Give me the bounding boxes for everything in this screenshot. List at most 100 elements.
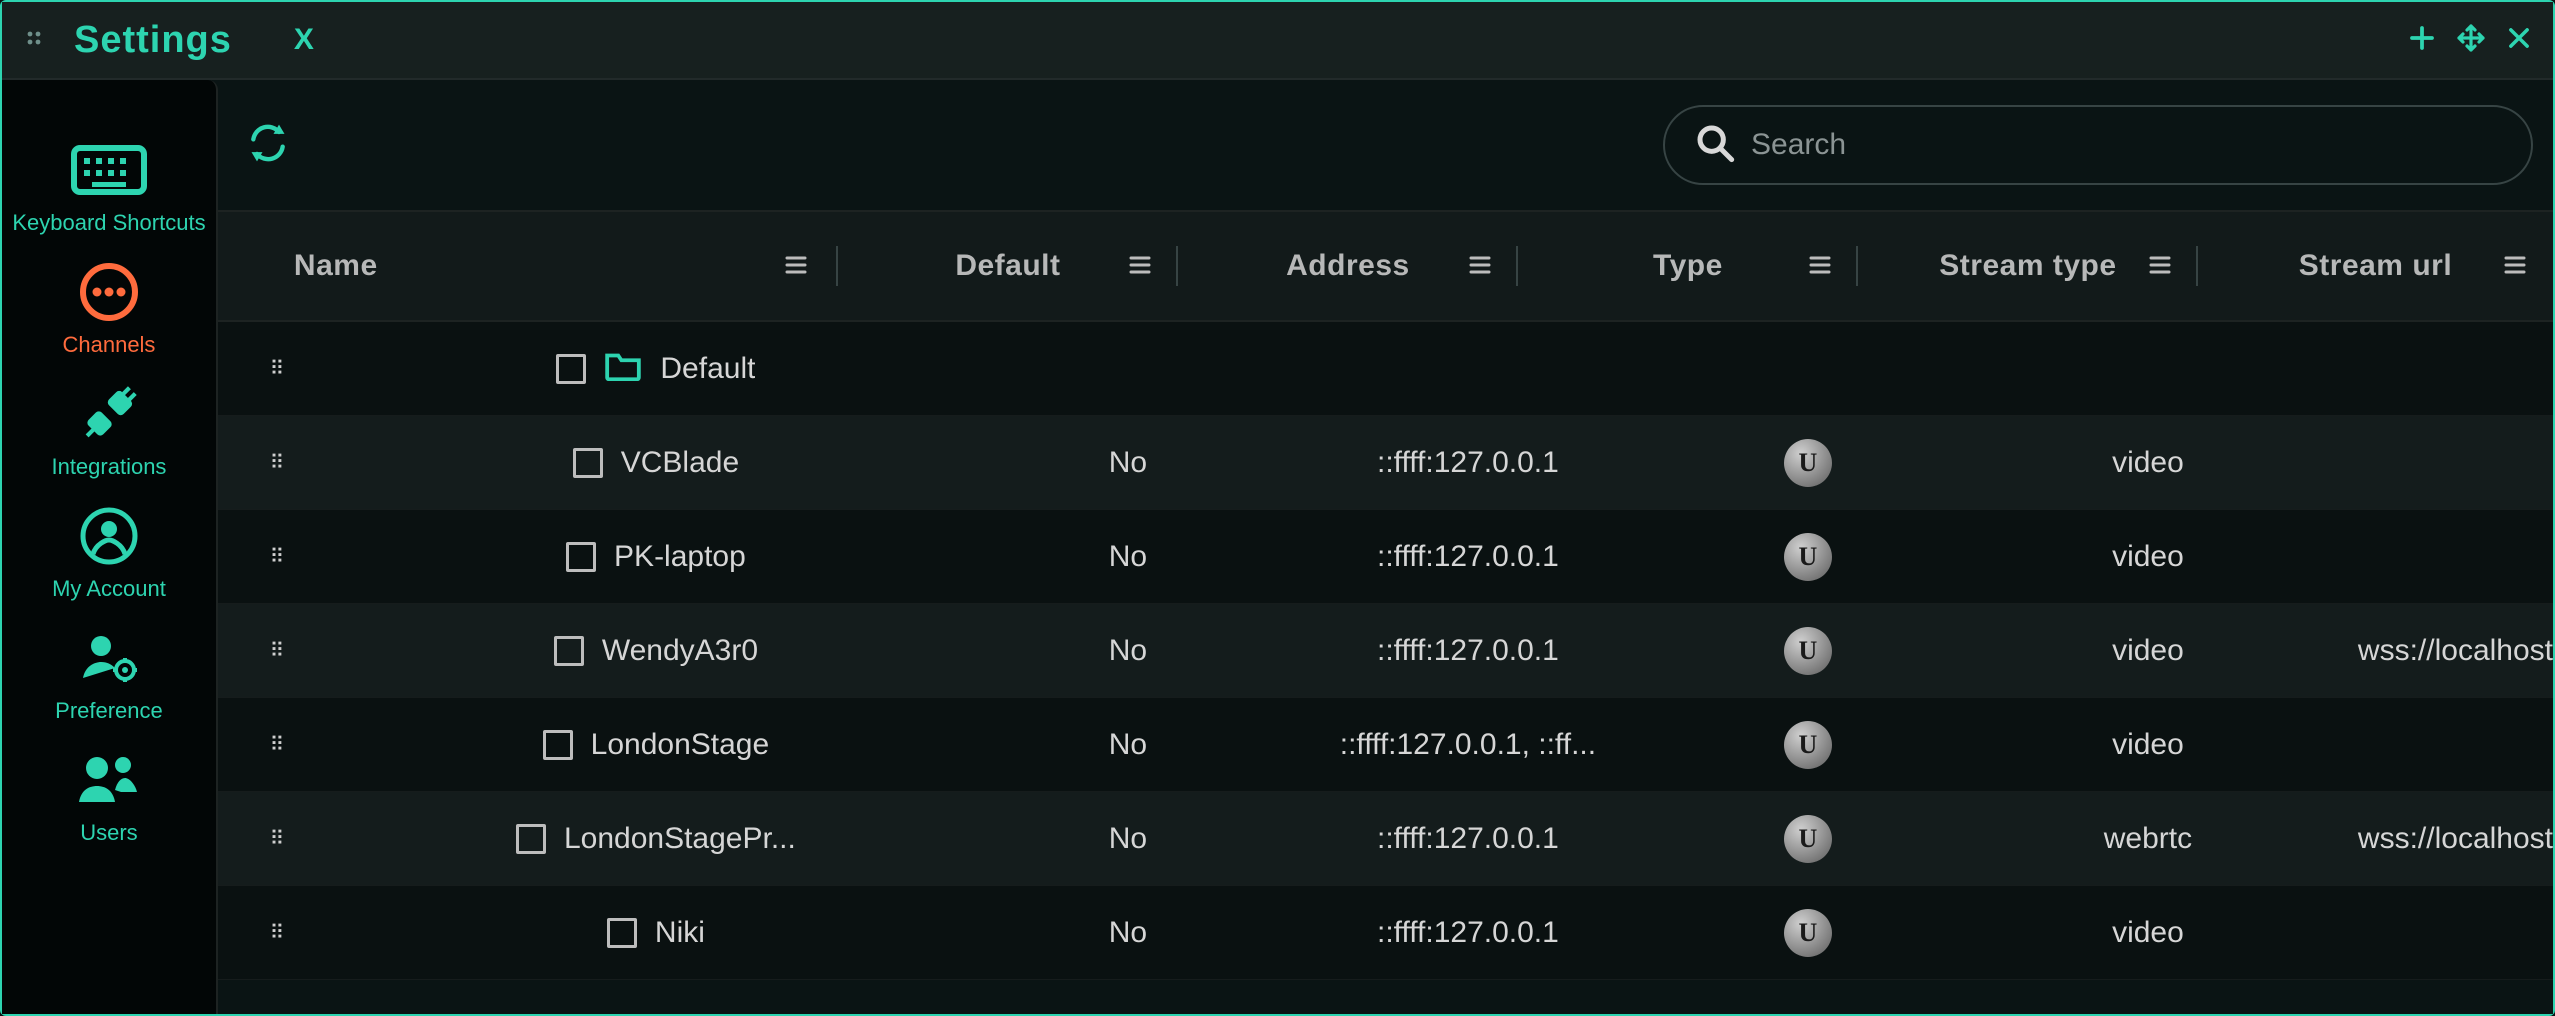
drag-dots-icon: ⠿: [270, 638, 287, 663]
cell-default: No: [958, 886, 1298, 979]
drag-dots-icon: ⠿: [270, 450, 287, 475]
row-drag-handle[interactable]: ⠿: [218, 698, 338, 791]
column-header-stream-url[interactable]: Stream url: [2198, 212, 2553, 320]
sidebar-item-label: Users: [80, 820, 137, 846]
row-checkbox[interactable]: [566, 542, 596, 572]
cell-address: [1298, 322, 1638, 415]
gear-user-icon: [77, 628, 141, 688]
drag-handle-icon[interactable]: [24, 28, 48, 52]
window-add-button[interactable]: [2407, 23, 2437, 58]
cell-address: ::ffff:127.0.0.1: [1298, 604, 1638, 697]
column-header-stream-type[interactable]: Stream type: [1858, 212, 2198, 320]
column-menu-icon[interactable]: [2148, 249, 2172, 283]
cell-stream-url: [2318, 510, 2553, 603]
window-move-button[interactable]: [2455, 22, 2487, 59]
cell-default: No: [958, 792, 1298, 885]
column-menu-icon[interactable]: [1128, 249, 1152, 283]
sidebar-item-keyboard-shortcuts[interactable]: Keyboard Shortcuts: [2, 140, 216, 236]
column-menu-icon[interactable]: [2503, 249, 2527, 283]
row-drag-handle[interactable]: ⠿: [218, 792, 338, 885]
main-panel: Name Default Address: [218, 80, 2553, 1014]
table-body: ⠿Default⠿VCBladeNo::ffff:127.0.0.1Uvideo…: [218, 322, 2553, 1014]
sidebar-item-channels[interactable]: Channels: [2, 262, 216, 358]
cell-stream-type: video: [1978, 604, 2318, 697]
search-input[interactable]: [1751, 128, 2501, 162]
table-header: Name Default Address: [218, 210, 2553, 322]
search-field[interactable]: [1663, 105, 2533, 185]
cell-stream-type: video: [1978, 510, 2318, 603]
search-icon: [1695, 123, 1735, 168]
cell-type: U: [1638, 416, 1978, 509]
cell-stream-url: [2318, 698, 2553, 791]
unreal-engine-icon: U: [1784, 909, 1832, 957]
sidebar-item-label: My Account: [52, 576, 166, 602]
cell-stream-url: [2318, 416, 2553, 509]
drag-dots-icon: ⠿: [270, 732, 287, 757]
row-name: LondonStagePr...: [564, 822, 796, 856]
row-checkbox[interactable]: [556, 354, 586, 384]
column-header-name[interactable]: Name: [218, 212, 838, 320]
cell-type: [1638, 322, 1978, 415]
tab-close-button[interactable]: X: [294, 23, 314, 57]
sidebar-item-my-account[interactable]: My Account: [2, 506, 216, 602]
row-checkbox[interactable]: [543, 730, 573, 760]
unreal-engine-icon: U: [1784, 627, 1832, 675]
cell-stream-type: video: [1978, 416, 2318, 509]
cell-name: Default: [338, 322, 958, 415]
cell-stream-url: wss://localhost: [2318, 604, 2553, 697]
row-drag-handle[interactable]: ⠿: [218, 510, 338, 603]
cell-stream-type: video: [1978, 886, 2318, 979]
column-header-address[interactable]: Address: [1178, 212, 1518, 320]
column-menu-icon[interactable]: [784, 249, 808, 283]
drag-dots-icon: ⠿: [270, 826, 287, 851]
cell-default: No: [958, 604, 1298, 697]
cell-stream-url: [2318, 322, 2553, 415]
channels-icon: [77, 262, 141, 322]
sidebar-item-users[interactable]: Users: [2, 750, 216, 846]
table-row[interactable]: ⠿ Default: [218, 322, 2553, 416]
body: Keyboard Shortcuts Channels Integrations…: [2, 80, 2553, 1014]
cell-stream-type: [1978, 322, 2318, 415]
row-drag-handle[interactable]: ⠿: [218, 416, 338, 509]
cell-name: VCBlade: [338, 416, 958, 509]
row-drag-handle[interactable]: ⠿: [218, 886, 338, 979]
cell-name: PK-laptop: [338, 510, 958, 603]
row-drag-handle[interactable]: ⠿: [218, 322, 338, 415]
cell-address: ::ffff:127.0.0.1: [1298, 510, 1638, 603]
table-row[interactable]: ⠿LondonStagePr...No::ffff:127.0.0.1Uwebr…: [218, 792, 2553, 886]
row-drag-handle[interactable]: ⠿: [218, 604, 338, 697]
unreal-engine-icon: U: [1784, 721, 1832, 769]
table-row[interactable]: ⠿ WendyA3r0No::ffff:127.0.0.1 Uvideowss://…: [218, 604, 2553, 698]
cell-address: ::ffff:127.0.0.1: [1298, 416, 1638, 509]
sidebar-item-preference[interactable]: Preference: [2, 628, 216, 724]
column-header-type[interactable]: Type: [1518, 212, 1858, 320]
table-row[interactable]: ⠿VCBladeNo::ffff:127.0.0.1Uvideo: [218, 416, 2553, 510]
cell-name: LondonStage: [338, 698, 958, 791]
cell-default: [958, 322, 1298, 415]
table-row[interactable]: ⠿NikiNo::ffff:127.0.0.1Uvideo: [218, 886, 2553, 980]
cell-name: WendyA3r0: [338, 604, 958, 697]
account-icon: [77, 506, 141, 566]
sidebar-item-label: Channels: [62, 332, 155, 358]
column-menu-icon[interactable]: [1468, 249, 1492, 283]
window-close-button[interactable]: [2505, 24, 2533, 57]
row-checkbox[interactable]: [573, 448, 603, 478]
refresh-button[interactable]: [246, 121, 290, 170]
table-row[interactable]: ⠿LondonStageNo::ffff:127.0.0.1, ::ff...U…: [218, 698, 2553, 792]
cell-name: LondonStagePr...: [338, 792, 958, 885]
table-row[interactable]: ⠿PK-laptopNo::ffff:127.0.0.1Uvideo: [218, 510, 2553, 604]
folder-icon: [604, 349, 642, 389]
row-name: PK-laptop: [614, 540, 746, 574]
drag-dots-icon: ⠿: [270, 356, 287, 381]
column-menu-icon[interactable]: [1808, 249, 1832, 283]
plug-icon: [76, 384, 142, 444]
row-name: Default: [660, 352, 755, 386]
sidebar-item-integrations[interactable]: Integrations: [2, 384, 216, 480]
row-checkbox[interactable]: [554, 636, 584, 666]
row-checkbox[interactable]: [607, 918, 637, 948]
sidebar: Keyboard Shortcuts Channels Integrations…: [2, 80, 218, 1014]
column-header-default[interactable]: Default: [838, 212, 1178, 320]
app-frame: Settings X Keyboard Shortcuts: [0, 0, 2555, 1016]
row-name: Niki: [655, 916, 705, 950]
row-checkbox[interactable]: [516, 824, 546, 854]
